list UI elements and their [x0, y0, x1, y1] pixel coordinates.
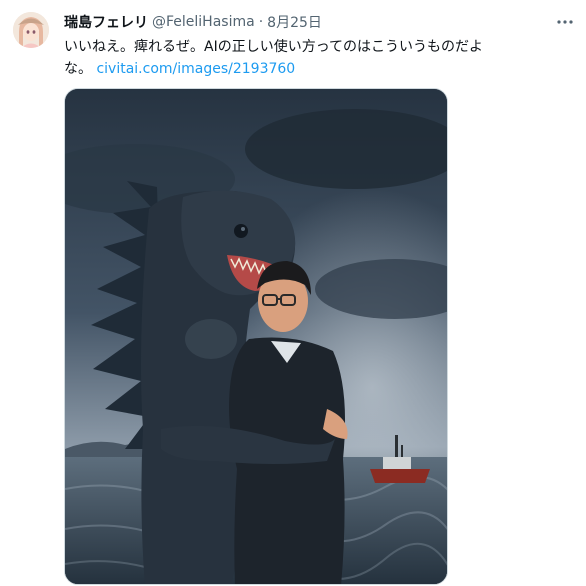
more-horizontal-icon: [557, 20, 573, 24]
tweet-link[interactable]: civitai.com/images/2193760: [96, 61, 295, 77]
tweet-header: 瑞島フェレリ @FeleliHasima · 8月25日: [64, 12, 322, 32]
tweet-text-line2: な。 civitai.com/images/2193760: [64, 58, 562, 80]
tweet-card[interactable]: 瑞島フェレリ @FeleliHasima · 8月25日 いいねえ。痺れるぜ。A…: [0, 0, 586, 586]
tweet-text-line1: いいねえ。痺れるぜ。AIの正しい使い方ってのはこういうものだよ: [64, 39, 484, 55]
more-button[interactable]: [548, 8, 582, 36]
tweet-text-line2-prefix: な。: [64, 61, 92, 77]
tweet-image: [65, 89, 447, 584]
display-name[interactable]: 瑞島フェレリ: [64, 12, 148, 32]
user-handle[interactable]: @FeleliHasima: [152, 14, 255, 30]
tweet-date[interactable]: 8月25日: [267, 12, 322, 32]
separator-dot: ·: [258, 14, 264, 30]
tweet-media[interactable]: [64, 88, 448, 585]
tweet-text: いいねえ。痺れるぜ。AIの正しい使い方ってのはこういうものだよ な。 civit…: [64, 36, 562, 80]
avatar-image: [13, 12, 49, 48]
avatar[interactable]: [13, 12, 49, 48]
